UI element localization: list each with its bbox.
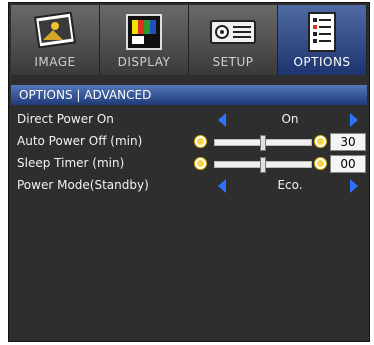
- row-power-mode[interactable]: Power Mode(Standby) Eco.: [11, 175, 367, 197]
- auto-power-off-value: 30: [330, 133, 366, 151]
- sun-icon: [194, 135, 207, 148]
- sleep-timer-label: Sleep Timer (min): [17, 156, 125, 170]
- auto-power-off-slider[interactable]: [214, 135, 312, 151]
- tab-setup-label: SETUP: [212, 55, 254, 69]
- sleep-timer-value: 00: [330, 155, 366, 173]
- options-list: Direct Power On On Auto Power Off (min) …: [11, 109, 367, 197]
- sun-icon: [314, 135, 327, 148]
- display-icon: [126, 14, 162, 50]
- power-mode-value: Eco.: [277, 178, 303, 192]
- tab-setup[interactable]: SETUP: [189, 5, 278, 75]
- sun-icon: [314, 157, 327, 170]
- tab-options[interactable]: OPTIONS: [278, 5, 367, 75]
- sun-icon: [194, 157, 207, 170]
- auto-power-off-label: Auto Power Off (min): [17, 134, 143, 148]
- tab-options-label: OPTIONS: [293, 55, 351, 69]
- row-direct-power-on[interactable]: Direct Power On On: [11, 109, 367, 131]
- direct-power-on-label: Direct Power On: [17, 112, 114, 126]
- direct-power-on-value: On: [281, 112, 299, 126]
- tab-bar: IMAGE DISPLAY SETUP OPTIONS: [11, 5, 367, 75]
- osd-menu: IMAGE DISPLAY SETUP OPTIONS OPTIONS | AD…: [8, 2, 370, 342]
- row-auto-power-off[interactable]: Auto Power Off (min) 30: [11, 131, 367, 153]
- sleep-timer-slider[interactable]: [214, 157, 312, 173]
- section-title: OPTIONS | ADVANCED: [11, 85, 367, 105]
- projector-icon: [210, 20, 256, 44]
- power-mode-label: Power Mode(Standby): [17, 178, 149, 192]
- image-icon: [33, 12, 77, 49]
- tab-display-label: DISPLAY: [117, 55, 171, 69]
- tab-image-label: IMAGE: [34, 55, 76, 69]
- slider-knob[interactable]: [260, 157, 266, 173]
- tab-display[interactable]: DISPLAY: [100, 5, 189, 75]
- slider-knob[interactable]: [260, 135, 266, 151]
- left-arrow-icon[interactable]: [218, 113, 226, 127]
- right-arrow-icon[interactable]: [350, 113, 358, 127]
- left-arrow-icon[interactable]: [218, 179, 226, 193]
- row-sleep-timer[interactable]: Sleep Timer (min) 00: [11, 153, 367, 175]
- checklist-icon: [308, 12, 336, 52]
- tab-image[interactable]: IMAGE: [11, 5, 100, 75]
- right-arrow-icon[interactable]: [350, 179, 358, 193]
